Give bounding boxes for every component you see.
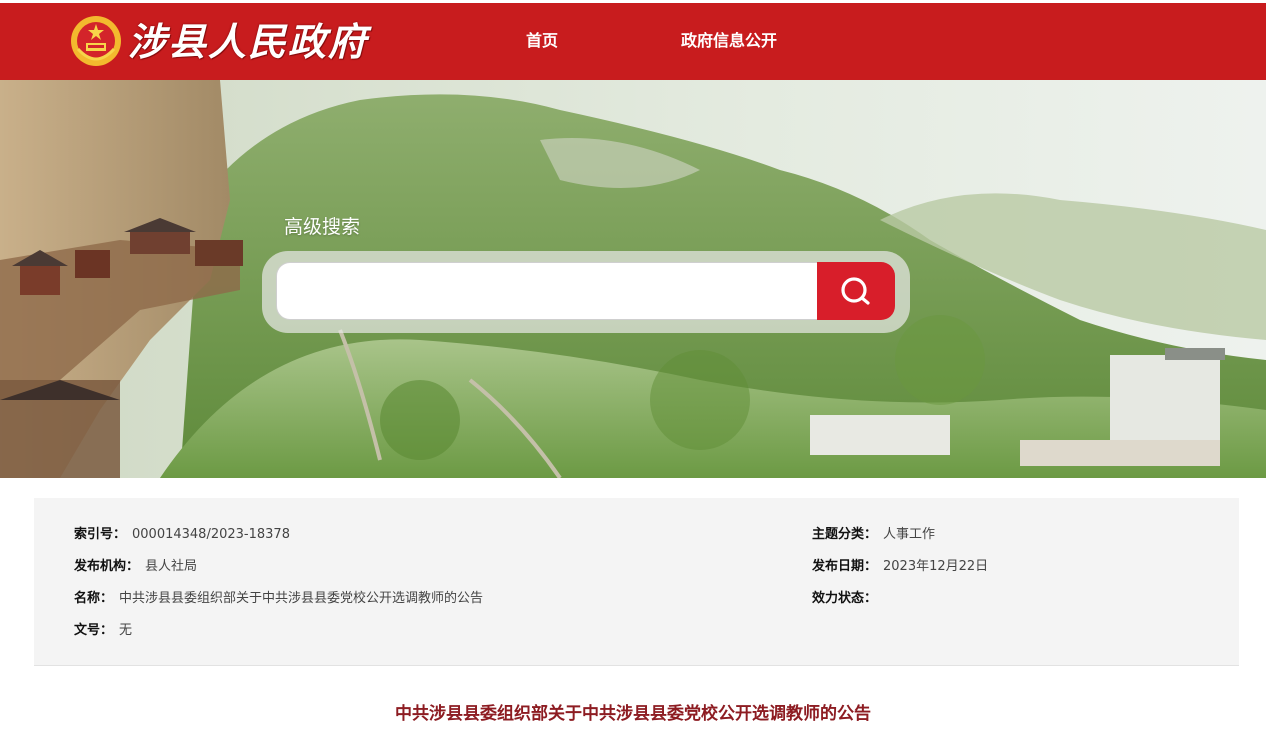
meta-category: 主题分类： 人事工作 bbox=[812, 526, 935, 544]
article-title: 中共涉县县委组织部关于中共涉县县委党校公开选调教师的公告 bbox=[395, 704, 871, 723]
meta-value: 中共涉县县委组织部关于中共涉县县委党校公开选调教师的公告 bbox=[119, 591, 484, 606]
meta-validity-status: 效力状态： bbox=[812, 590, 883, 608]
search-button[interactable] bbox=[817, 262, 895, 320]
national-emblem-icon bbox=[71, 16, 121, 66]
top-header: 涉县人民政府 首页 政府信息公开 bbox=[0, 0, 1266, 80]
meta-label: 主题分类： bbox=[812, 527, 878, 542]
meta-agency: 发布机构： 县人社局 bbox=[74, 558, 197, 576]
meta-name: 名称： 中共涉县县委组织部关于中共涉县县委党校公开选调教师的公告 bbox=[74, 590, 483, 608]
search-icon bbox=[841, 277, 870, 305]
meta-label: 名称： bbox=[74, 591, 114, 606]
meta-value: 2023年12月22日 bbox=[883, 559, 989, 574]
document-metadata-panel bbox=[34, 498, 1239, 666]
meta-value: 无 bbox=[119, 623, 133, 638]
site-title[interactable]: 涉县人民政府 bbox=[128, 17, 368, 67]
meta-value: 000014348/2023-18378 bbox=[132, 527, 290, 542]
meta-value: 人事工作 bbox=[883, 527, 936, 542]
meta-document-number: 文号： 无 bbox=[74, 622, 132, 640]
meta-label: 发布日期： bbox=[812, 559, 878, 574]
meta-publish-date: 发布日期： 2023年12月22日 bbox=[812, 558, 988, 576]
nav-home[interactable]: 首页 bbox=[526, 30, 558, 52]
search-input[interactable] bbox=[276, 262, 818, 320]
meta-label: 发布机构： bbox=[74, 559, 140, 574]
nav-government-info[interactable]: 政府信息公开 bbox=[681, 30, 777, 52]
meta-index-number: 索引号： 000014348/2023-18378 bbox=[74, 526, 290, 544]
advanced-search-title: 高级搜索 bbox=[284, 216, 361, 238]
meta-label: 索引号： bbox=[74, 527, 127, 542]
meta-label: 文号： bbox=[74, 623, 114, 638]
meta-label: 效力状态： bbox=[812, 591, 878, 606]
meta-value: 县人社局 bbox=[145, 559, 198, 574]
